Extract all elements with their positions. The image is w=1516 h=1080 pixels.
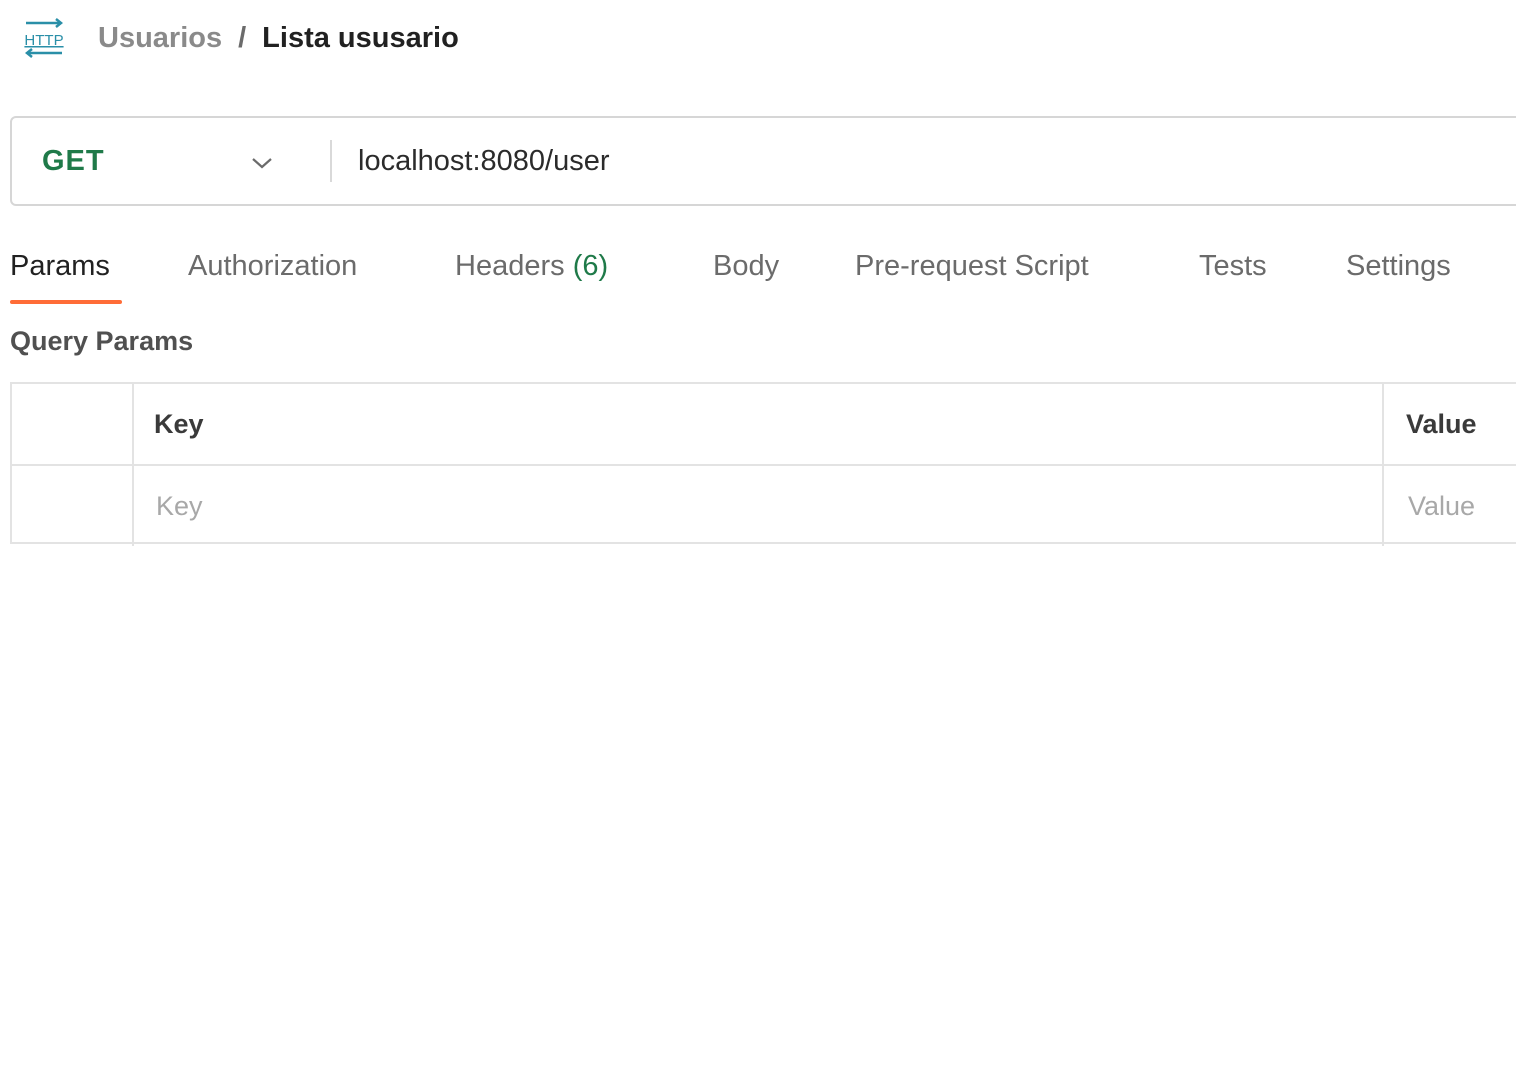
breadcrumb-collection-link[interactable]: Usuarios xyxy=(98,22,222,55)
query-params-heading: Query Params xyxy=(10,326,194,356)
method-dropdown[interactable]: GET xyxy=(12,118,330,204)
method-label: GET xyxy=(42,144,105,177)
tab-headers[interactable]: Headers (6) xyxy=(455,244,608,304)
tab-authorization-label: Authorization xyxy=(188,250,358,282)
value-cell xyxy=(1384,466,1516,546)
value-column-label: Value xyxy=(1406,408,1477,439)
tab-settings-label: Settings xyxy=(1346,250,1451,282)
tab-tests-label: Tests xyxy=(1199,250,1267,282)
headers-count-badge: (6) xyxy=(572,250,609,282)
svg-text:HTTP: HTTP xyxy=(24,32,63,49)
request-url-bar: GET xyxy=(10,116,1516,206)
key-cell xyxy=(132,466,1384,546)
query-params-table: Key Value xyxy=(10,382,1516,546)
tab-params[interactable]: Params xyxy=(10,244,122,304)
breadcrumb-separator: / xyxy=(238,21,247,54)
tab-body-label: Body xyxy=(713,250,780,282)
param-value-input[interactable] xyxy=(1384,466,1516,546)
value-column-header: Value xyxy=(1384,384,1516,464)
request-editor: HTTP Usuarios / Lista ususario GET Param… xyxy=(0,0,1516,1080)
table-header-row: Key Value xyxy=(12,384,1516,464)
tab-pre-request-script[interactable]: Pre-request Script xyxy=(855,244,1089,304)
tab-headers-label: Headers xyxy=(455,250,565,282)
tab-params-label: Params xyxy=(10,250,110,282)
tab-body[interactable]: Body xyxy=(713,244,779,304)
param-key-input[interactable] xyxy=(132,466,1382,546)
request-name[interactable]: Lista ususario xyxy=(262,22,459,55)
tab-pre-request-script-label: Pre-request Script xyxy=(855,250,1089,282)
http-request-icon: HTTP xyxy=(24,18,64,58)
url-input[interactable] xyxy=(332,117,1516,205)
checkbox-column-header xyxy=(12,384,134,464)
breadcrumb: HTTP Usuarios / Lista ususario xyxy=(20,16,459,60)
tab-settings[interactable]: Settings xyxy=(1346,244,1451,304)
chevron-down-icon xyxy=(252,158,272,169)
tab-authorization[interactable]: Authorization xyxy=(188,244,357,304)
table-row xyxy=(12,464,1516,546)
active-tab-indicator xyxy=(10,300,122,304)
row-checkbox-cell xyxy=(12,466,134,546)
key-column-label: Key xyxy=(154,408,204,439)
tab-tests[interactable]: Tests xyxy=(1199,244,1267,304)
key-column-header: Key xyxy=(132,384,1384,464)
